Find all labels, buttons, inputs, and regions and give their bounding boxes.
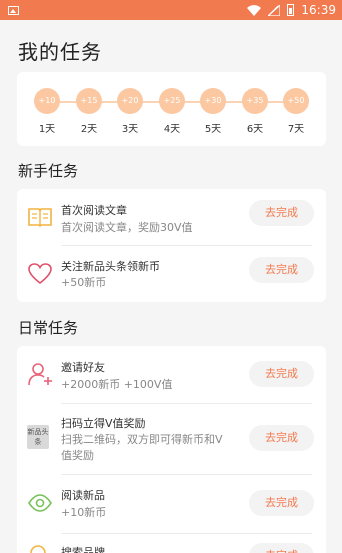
daily-section-title: 日常任务	[18, 319, 79, 337]
status-bar: 16:39	[0, 0, 342, 20]
task-title: 扫码立得V值奖励	[61, 417, 146, 430]
add-user-icon	[28, 363, 52, 386]
complete-task-button[interactable]: 去完成	[249, 543, 314, 553]
checkin-day-label: 4天	[163, 124, 181, 135]
wifi-icon	[247, 4, 262, 16]
signal-icon	[268, 4, 281, 16]
eye-icon	[28, 494, 52, 512]
status-time: 16:39	[301, 3, 336, 17]
checkin-bubble: +20	[117, 88, 143, 114]
task-title: 关注新品头条领新币	[61, 260, 160, 273]
page-title: 我的任务	[18, 40, 102, 64]
checkin-bubble: +10	[34, 88, 60, 114]
task-description: 首次阅读文章，奖励30V值	[61, 221, 193, 234]
checkin-day-6[interactable]: +35 6天	[241, 88, 269, 135]
battery-icon	[287, 4, 295, 16]
task-row: 搜索品牌 去完成	[17, 534, 326, 553]
task-description: +10新币	[61, 506, 107, 519]
app-logo-icon: 新品头条	[27, 425, 49, 449]
heart-icon	[28, 263, 52, 285]
newbie-section-title: 新手任务	[18, 162, 79, 180]
checkin-day-label: 7天	[287, 124, 305, 135]
checkin-day-1[interactable]: +10 1天	[33, 88, 61, 135]
checkin-day-label: 6天	[246, 124, 264, 135]
complete-task-button[interactable]: 去完成	[249, 490, 314, 516]
newbie-task-card: 首次阅读文章 首次阅读文章，奖励30V值 去完成 关注新品头条领新币 +50新币…	[17, 189, 326, 302]
task-row: 邀请好友 +2000新币 +100V值 去完成	[17, 346, 326, 403]
complete-task-button[interactable]: 去完成	[249, 200, 314, 226]
checkin-bubble: +25	[159, 88, 185, 114]
checkin-day-label: 3天	[121, 124, 139, 135]
checkin-day-4[interactable]: +25 4天	[158, 88, 186, 135]
checkin-bubble: +50	[283, 88, 309, 114]
complete-task-button[interactable]: 去完成	[249, 257, 314, 283]
task-row: 阅读新品 +10新币 去完成	[17, 475, 326, 533]
book-icon	[28, 208, 52, 228]
task-row: 新品头条 扫码立得V值奖励 扫我二维码，双方即可得新币和V值奖励 去完成	[17, 404, 326, 474]
checkin-day-7[interactable]: +50 7天	[282, 88, 310, 135]
checkin-bubble: +15	[76, 88, 102, 114]
task-title: 阅读新品	[61, 489, 105, 502]
task-description: +50新币	[61, 276, 107, 289]
gallery-notification-icon	[8, 5, 19, 15]
complete-task-button[interactable]: 去完成	[249, 361, 314, 387]
app-logo-text: 新品头条	[27, 428, 49, 446]
checkin-day-label: 2天	[80, 124, 98, 135]
task-row: 关注新品头条领新币 +50新币 去完成	[17, 246, 326, 302]
checkin-day-label: 1天	[38, 124, 56, 135]
task-title: 首次阅读文章	[61, 204, 127, 217]
checkin-day-3[interactable]: +20 3天	[116, 88, 144, 135]
task-row: 首次阅读文章 首次阅读文章，奖励30V值 去完成	[17, 189, 326, 246]
task-description: 扫我二维码，双方即可得新币和V值奖励	[61, 433, 223, 462]
search-icon	[30, 545, 46, 553]
checkin-bubble: +30	[200, 88, 226, 114]
checkin-day-5[interactable]: +30 5天	[199, 88, 227, 135]
task-title: 搜索品牌	[61, 546, 105, 553]
task-title: 邀请好友	[61, 361, 105, 374]
checkin-bubble: +35	[242, 88, 268, 114]
checkin-day-label: 5天	[204, 124, 222, 135]
complete-task-button[interactable]: 去完成	[249, 425, 314, 451]
checkin-day-2[interactable]: +15 2天	[75, 88, 103, 135]
daily-task-card: 邀请好友 +2000新币 +100V值 去完成 新品头条 扫码立得V值奖励 扫我…	[17, 346, 326, 553]
task-description: +2000新币 +100V值	[61, 378, 173, 391]
checkin-card: +10 1天 +15 2天 +20 3天 +25 4天 +30 5天 +35 6…	[17, 72, 326, 146]
